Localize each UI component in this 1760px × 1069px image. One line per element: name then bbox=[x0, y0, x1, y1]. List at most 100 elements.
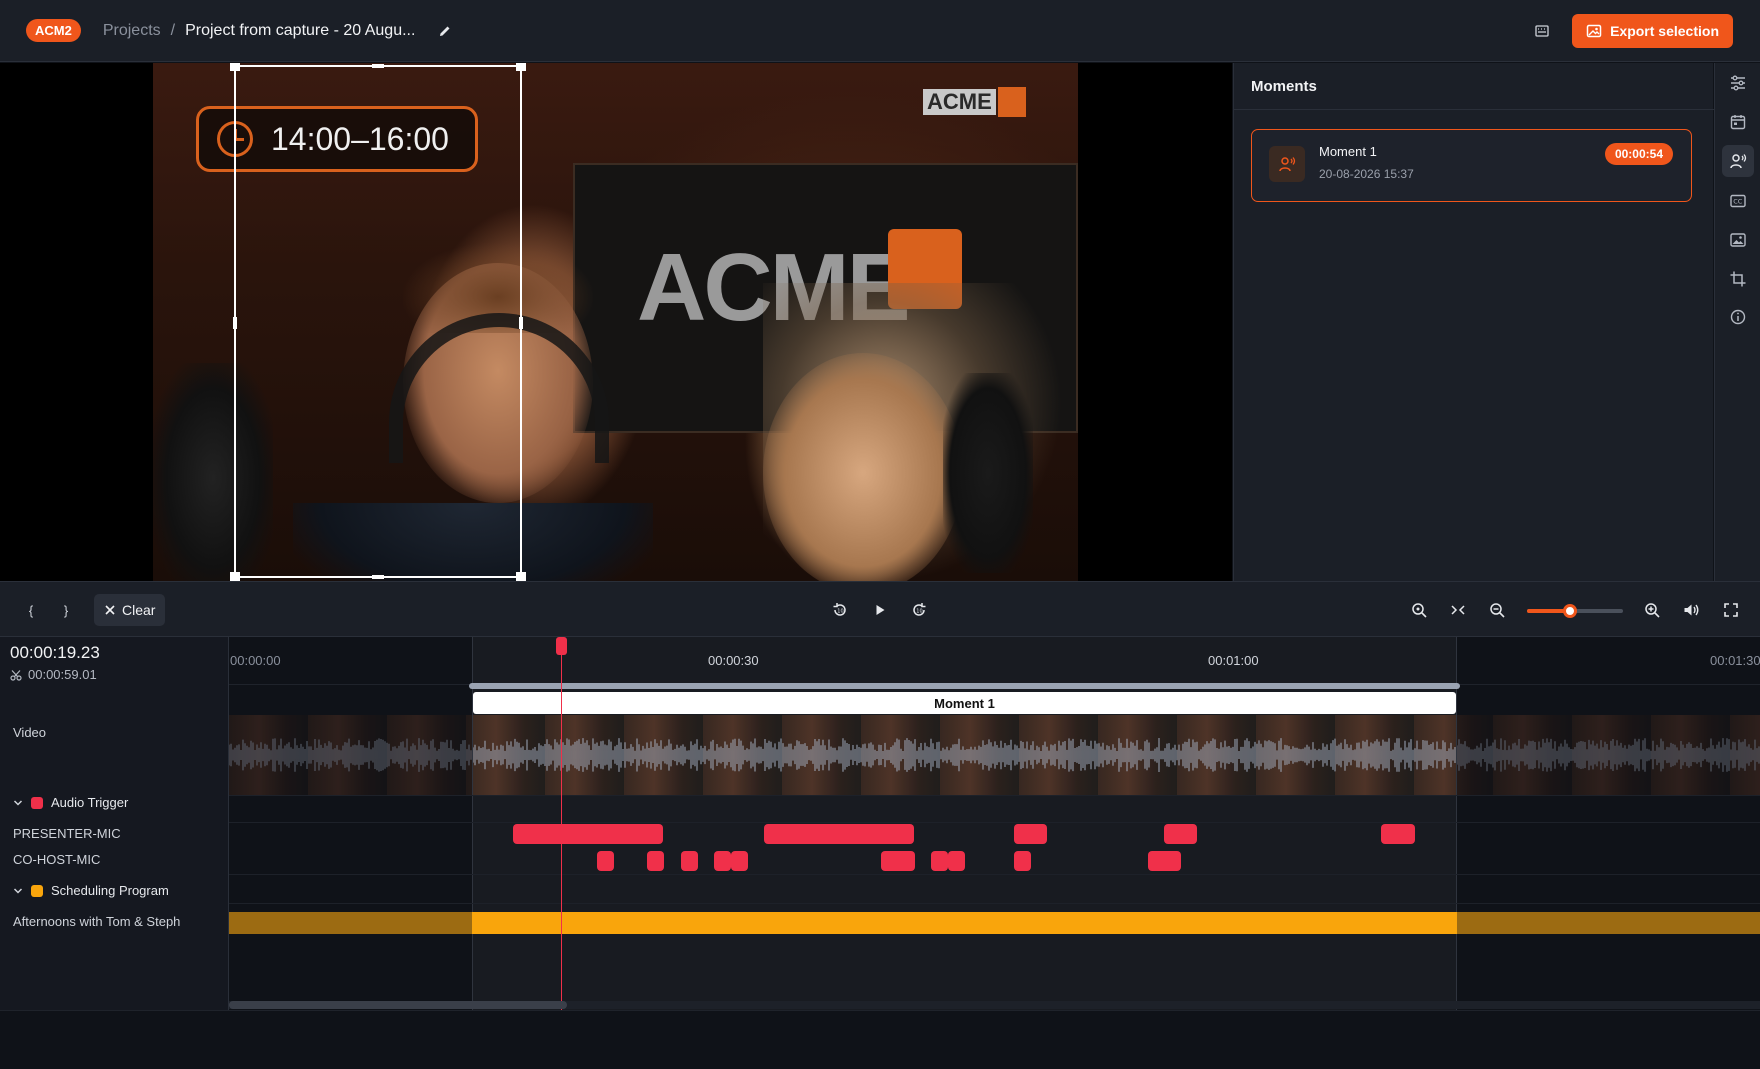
moment-marker[interactable]: Moment 1 bbox=[473, 692, 1456, 714]
mark-out-button[interactable]: } bbox=[52, 596, 80, 624]
chevron-down-icon[interactable] bbox=[13, 886, 23, 896]
scheduling-color bbox=[31, 884, 43, 897]
audio-trigger-segment[interactable] bbox=[1148, 851, 1181, 871]
moments-panel: Moments Moment 1 20-08-2026 15:37 00:00:… bbox=[1233, 63, 1714, 581]
moment-date: 20-08-2026 15:37 bbox=[1319, 167, 1414, 181]
moment-name: Moment 1 bbox=[1319, 144, 1377, 159]
selection-duration: 00:00:59.01 bbox=[10, 667, 97, 682]
audio-trigger-segment[interactable] bbox=[731, 851, 748, 871]
track-label-video: Video bbox=[13, 725, 47, 740]
volume-icon[interactable] bbox=[1677, 596, 1705, 624]
crop-handle-tr[interactable] bbox=[516, 63, 526, 71]
crop-selection[interactable] bbox=[230, 63, 526, 581]
audio-trigger-segment[interactable] bbox=[1381, 824, 1415, 844]
breadcrumb-separator: / bbox=[170, 21, 176, 39]
clear-button[interactable]: Clear bbox=[94, 594, 166, 626]
audio-trigger-segment[interactable] bbox=[513, 824, 663, 844]
host-woman bbox=[763, 353, 963, 581]
corner-logo-square bbox=[998, 87, 1026, 117]
timeline[interactable]: 00:00:00 00:00:30 00:01:00 00:01:30 Mome… bbox=[229, 637, 1760, 1010]
audio-trigger-segment[interactable] bbox=[1014, 851, 1031, 871]
zoom-slider-knob[interactable] bbox=[1563, 604, 1578, 618]
schedule-segment-outside[interactable] bbox=[1457, 912, 1760, 934]
schedule-segment[interactable] bbox=[472, 912, 1457, 934]
footer bbox=[0, 1010, 1760, 1069]
audio-trigger-segment[interactable] bbox=[881, 851, 915, 871]
play-icon[interactable] bbox=[866, 596, 894, 624]
timeline-scrollbar-thumb[interactable] bbox=[229, 1001, 567, 1009]
schedule-segment-outside[interactable] bbox=[229, 912, 472, 934]
selection-duration-text: 00:00:59.01 bbox=[28, 667, 97, 682]
clear-label: Clear bbox=[122, 602, 156, 618]
person-voice-icon[interactable] bbox=[1722, 145, 1754, 177]
chevron-down-icon[interactable] bbox=[13, 798, 23, 808]
audio-trigger-segment[interactable] bbox=[681, 851, 698, 871]
sliders-icon[interactable] bbox=[1722, 67, 1754, 99]
track-label-cohost-mic: CO-HOST-MIC bbox=[13, 852, 101, 867]
timeline-track-labels: 00:00:19.23 00:00:59.01 Video Audio Trig… bbox=[0, 637, 229, 1010]
pencil-icon[interactable] bbox=[437, 23, 453, 39]
outside-selection-shade bbox=[1457, 715, 1760, 795]
tick-label: 00:00:00 bbox=[230, 653, 281, 668]
crop-handle-tl[interactable] bbox=[230, 63, 240, 71]
top-bar: ACM2 Projects / Project from capture - 2… bbox=[0, 0, 1760, 62]
collapse-icon[interactable] bbox=[1444, 596, 1472, 624]
forward-10-icon[interactable]: 10 bbox=[905, 596, 933, 624]
fullscreen-icon[interactable] bbox=[1717, 596, 1745, 624]
moment-card[interactable]: Moment 1 20-08-2026 15:37 00:00:54 bbox=[1251, 129, 1692, 202]
track-label-program: Afternoons with Tom & Steph bbox=[13, 914, 181, 929]
divider bbox=[229, 903, 1760, 904]
scheduling-label: Scheduling Program bbox=[51, 883, 169, 898]
divider bbox=[229, 822, 1760, 823]
crop-handle-left[interactable] bbox=[233, 317, 237, 329]
calendar-icon[interactable] bbox=[1722, 106, 1754, 138]
timeline-scrollbar[interactable] bbox=[229, 1001, 1760, 1009]
keyboard-icon[interactable] bbox=[1532, 21, 1552, 41]
headphones-woman bbox=[943, 373, 1033, 573]
zoom-in-icon[interactable] bbox=[1638, 596, 1666, 624]
divider bbox=[229, 874, 1760, 875]
zoom-slider[interactable] bbox=[1527, 604, 1623, 618]
crop-handle-bottom[interactable] bbox=[372, 575, 384, 579]
mark-in-button[interactable]: { bbox=[17, 596, 45, 624]
crop-icon[interactable] bbox=[1722, 263, 1754, 295]
audio-trigger-segment[interactable] bbox=[764, 824, 914, 844]
zoom-to-selection-icon[interactable] bbox=[1405, 596, 1433, 624]
info-icon[interactable] bbox=[1722, 301, 1754, 333]
audio-trigger-segment[interactable] bbox=[1164, 824, 1197, 844]
track-group-audio-trigger[interactable]: Audio Trigger bbox=[13, 795, 128, 810]
project-title: Project from capture - 20 Augu... bbox=[185, 21, 416, 39]
image-icon[interactable] bbox=[1722, 224, 1754, 256]
audio-trigger-segment[interactable] bbox=[1014, 824, 1047, 844]
svg-text:CC: CC bbox=[1733, 198, 1743, 206]
crop-handle-br[interactable] bbox=[516, 572, 526, 581]
track-group-scheduling[interactable]: Scheduling Program bbox=[13, 883, 169, 898]
moments-title: Moments bbox=[1251, 78, 1317, 95]
corner-logo: ACME bbox=[923, 89, 996, 115]
rewind-10-icon[interactable]: 10 bbox=[826, 596, 854, 624]
playhead-line bbox=[561, 637, 562, 1010]
export-selection-button[interactable]: Export selection bbox=[1572, 14, 1733, 48]
crop-handle-right[interactable] bbox=[519, 317, 523, 329]
audio-trigger-segment[interactable] bbox=[647, 851, 664, 871]
zoom-out-icon[interactable] bbox=[1483, 596, 1511, 624]
audio-trigger-segment[interactable] bbox=[597, 851, 614, 871]
tool-rail: CC bbox=[1714, 63, 1760, 581]
moment-duration-badge: 00:00:54 bbox=[1604, 143, 1673, 165]
tick-label: 00:01:30 bbox=[1710, 653, 1760, 668]
audio-trigger-label: Audio Trigger bbox=[51, 795, 129, 810]
breadcrumb-projects[interactable]: Projects bbox=[103, 22, 161, 40]
audio-trigger-segment[interactable] bbox=[714, 851, 731, 871]
playhead-handle[interactable] bbox=[556, 637, 567, 655]
captions-icon[interactable]: CC bbox=[1722, 185, 1754, 217]
scissors-icon bbox=[10, 669, 22, 681]
audio-trigger-segment[interactable] bbox=[931, 851, 948, 871]
audio-trigger-color bbox=[31, 796, 43, 809]
track-label-presenter-mic: PRESENTER-MIC bbox=[13, 826, 121, 841]
crop-handle-bl[interactable] bbox=[230, 572, 240, 581]
video-preview[interactable]: ACME ACME 14:00–16:00 bbox=[0, 63, 1232, 581]
moment-range-handle[interactable] bbox=[469, 683, 1460, 689]
crop-handle-top[interactable] bbox=[372, 64, 384, 68]
divider bbox=[1234, 109, 1714, 110]
audio-trigger-segment[interactable] bbox=[948, 851, 965, 871]
